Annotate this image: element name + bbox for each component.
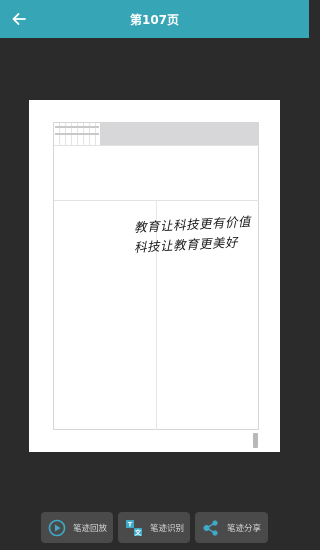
notebook-sheet: 教育让科技更有价值 科技让教育更美好 xyxy=(53,122,259,430)
svg-text:T: T xyxy=(128,520,133,528)
handwriting-line-2: 科技让教育更美好 xyxy=(133,234,239,255)
play-circle-icon xyxy=(47,518,67,538)
back-button[interactable] xyxy=(6,6,32,32)
handwriting-replay-button[interactable]: 笔迹回放 xyxy=(41,512,113,543)
handwriting-recognition-button[interactable]: T 文 笔迹识别 xyxy=(118,512,190,543)
header-band xyxy=(101,123,259,145)
text-recognition-icon: T 文 xyxy=(124,518,144,538)
share-icon xyxy=(201,518,221,538)
page-code-grid xyxy=(54,123,101,145)
arrow-left-icon xyxy=(12,13,26,25)
page-title: 第107页 xyxy=(129,12,180,27)
svg-text:文: 文 xyxy=(134,527,142,536)
divider xyxy=(54,145,259,146)
recognize-label: 笔迹识别 xyxy=(150,523,185,534)
share-label: 笔迹分享 xyxy=(227,523,262,534)
notebook-page-preview[interactable]: 教育让科技更有价值 科技让教育更美好 xyxy=(29,100,280,452)
handwriting-share-button[interactable]: 笔迹分享 xyxy=(195,512,268,543)
scroll-handle[interactable] xyxy=(253,433,258,448)
replay-label: 笔迹回放 xyxy=(73,523,108,534)
bottom-toolbar: 笔迹回放 T 文 笔迹识别 笔迹分享 xyxy=(0,512,309,544)
top-app-bar: 第107页 xyxy=(0,0,309,38)
